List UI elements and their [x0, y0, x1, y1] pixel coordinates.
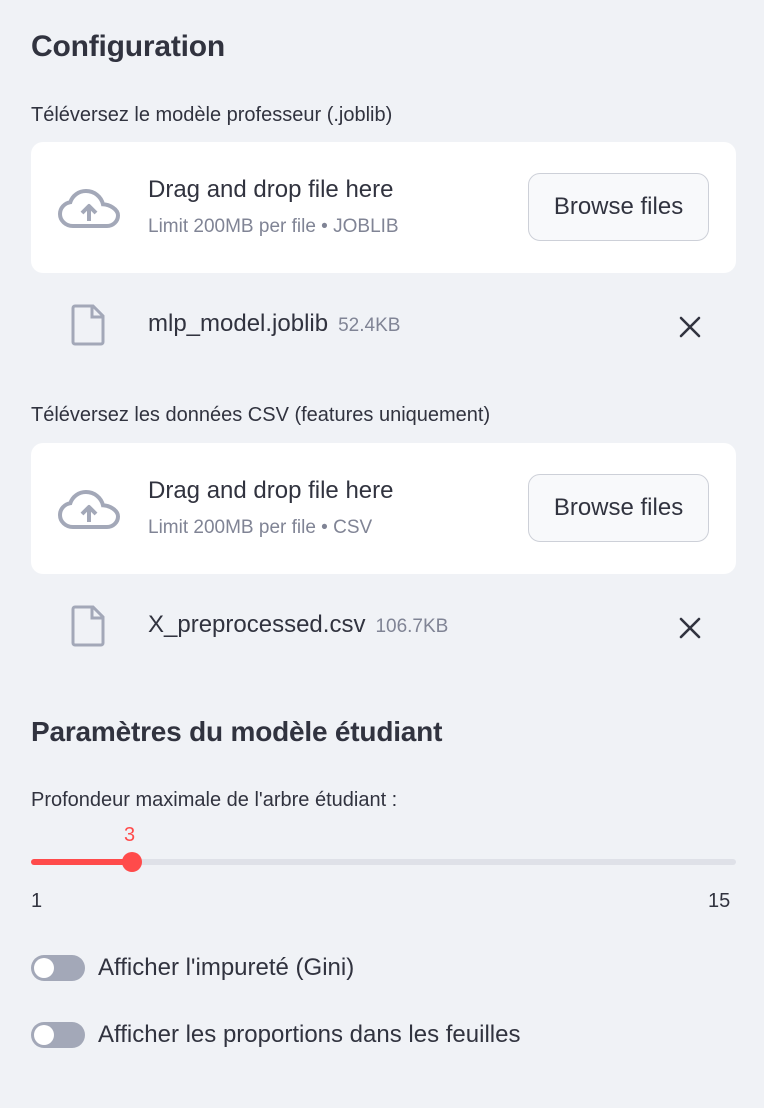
toggle-gini-label: Afficher l'impureté (Gini) — [98, 954, 355, 981]
student-params-title: Paramètres du modèle étudiant — [31, 716, 443, 747]
file-name: mlp_model.joblib — [148, 310, 329, 337]
dropzone-title: Drag and drop file here — [148, 477, 394, 504]
dropzone-limit: Limit 200MB per file • CSV — [148, 517, 373, 538]
teacher-upload-label: Téléversez le modèle professeur (.joblib… — [31, 104, 393, 126]
slider-fill — [31, 859, 132, 865]
dropzone-text: Drag and drop file here Limit 200MB per … — [148, 477, 393, 539]
cloud-upload-icon — [57, 489, 121, 529]
file-icon — [71, 304, 105, 346]
toggle-knob — [34, 958, 54, 978]
toggle-proportions[interactable] — [31, 1022, 85, 1048]
slider-thumb[interactable] — [121, 852, 142, 872]
file-name-container: X_preprocessed.csv 106.7KB — [148, 611, 448, 639]
slider-max: 15 — [708, 890, 731, 912]
browse-files-button[interactable]: Browse files — [528, 173, 709, 241]
toggle-knob — [34, 1025, 54, 1045]
csv-upload-label: Téléversez les données CSV (features uni… — [31, 404, 491, 426]
uploaded-file-row: mlp_model.joblib 52.4KB — [31, 296, 736, 356]
dropzone-title: Drag and drop file here — [148, 176, 394, 203]
sidebar: Configuration Téléversez le modèle profe… — [0, 0, 764, 1108]
close-icon[interactable] — [677, 314, 703, 340]
toggle-gini-row[interactable]: Afficher l'impureté (Gini) — [31, 953, 354, 983]
uploaded-file-row: X_preprocessed.csv 106.7KB — [31, 597, 736, 657]
file-name: X_preprocessed.csv — [148, 611, 366, 638]
depth-slider-label: Profondeur maximale de l'arbre étudiant … — [31, 789, 398, 811]
close-icon[interactable] — [677, 615, 703, 641]
toggle-proportions-label: Afficher les proportions dans les feuill… — [98, 1021, 521, 1048]
depth-slider[interactable] — [31, 852, 736, 872]
sidebar-title: Configuration — [31, 30, 226, 63]
cloud-upload-icon — [57, 188, 121, 228]
file-name-container: mlp_model.joblib 52.4KB — [148, 310, 400, 338]
dropzone-text: Drag and drop file here Limit 200MB per … — [148, 176, 399, 238]
toggle-proportions-row[interactable]: Afficher les proportions dans les feuill… — [31, 1020, 520, 1050]
slider-min: 1 — [31, 890, 43, 912]
slider-value: 3 — [124, 824, 136, 846]
teacher-dropzone[interactable]: Drag and drop file here Limit 200MB per … — [31, 142, 736, 273]
file-size: 52.4KB — [338, 315, 401, 336]
file-size: 106.7KB — [375, 616, 449, 637]
csv-dropzone[interactable]: Drag and drop file here Limit 200MB per … — [31, 443, 736, 574]
file-icon — [71, 605, 105, 647]
dropzone-limit: Limit 200MB per file • JOBLIB — [148, 216, 399, 237]
toggle-gini[interactable] — [31, 955, 85, 981]
browse-files-button[interactable]: Browse files — [528, 474, 709, 542]
